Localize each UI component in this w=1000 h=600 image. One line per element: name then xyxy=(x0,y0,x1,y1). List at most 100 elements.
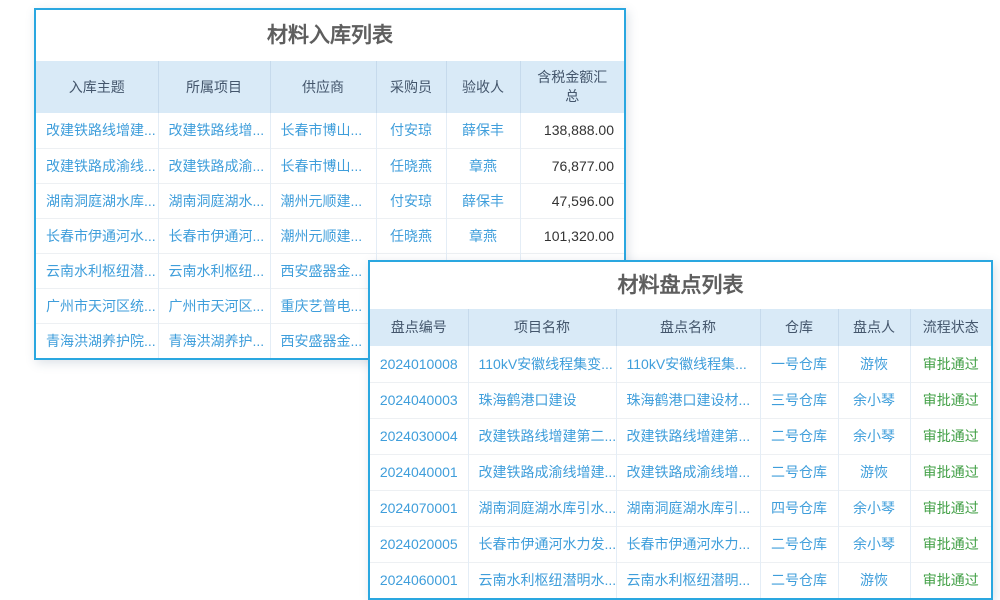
table-cell[interactable]: 2024040003 xyxy=(370,382,468,418)
table-cell[interactable]: 改建铁路成渝线增建... xyxy=(468,454,616,490)
table-row[interactable]: 改建铁路线增建...改建铁路线增...长春市博山...付安琼薛保丰138,888… xyxy=(36,113,624,148)
table-cell[interactable]: 青海洪湖养护院... xyxy=(36,323,158,358)
table-cell[interactable]: 2024060001 xyxy=(370,562,468,598)
table-cell[interactable]: 二号仓库 xyxy=(760,418,838,454)
table-cell[interactable]: 二号仓库 xyxy=(760,454,838,490)
table-cell[interactable]: 二号仓库 xyxy=(760,562,838,598)
table-cell: 审批通过 xyxy=(910,346,991,382)
table-cell[interactable]: 长春市伊通河水力... xyxy=(616,526,760,562)
table-cell[interactable]: 110kV安徽线程集变... xyxy=(468,346,616,382)
column-header: 仓库 xyxy=(760,309,838,346)
table-row[interactable]: 2024060001云南水利枢纽潜明水...云南水利枢纽潜明...二号仓库游恢审… xyxy=(370,562,991,598)
table-cell[interactable]: 青海洪湖养护... xyxy=(158,323,270,358)
table-cell[interactable]: 章燕 xyxy=(446,218,520,253)
table-row[interactable]: 2024030004改建铁路线增建第二...改建铁路线增建第...二号仓库余小琴… xyxy=(370,418,991,454)
table-cell[interactable]: 湖南洞庭湖水... xyxy=(158,183,270,218)
table-cell[interactable]: 长春市伊通河... xyxy=(158,218,270,253)
table-cell[interactable]: 长春市博山... xyxy=(270,148,376,183)
material-inventory-list-panel: 材料盘点列表 盘点编号项目名称盘点名称仓库盘点人流程状态 20240100081… xyxy=(368,260,993,600)
table-cell[interactable]: 三号仓库 xyxy=(760,382,838,418)
table-cell[interactable]: 游恢 xyxy=(838,562,910,598)
table-cell[interactable]: 任晓燕 xyxy=(376,148,446,183)
table-cell[interactable]: 云南水利枢纽... xyxy=(158,253,270,288)
header-row: 入库主题所属项目供应商采购员验收人含税金额汇总 xyxy=(36,61,624,113)
inventory-table: 盘点编号项目名称盘点名称仓库盘点人流程状态 2024010008110kV安徽线… xyxy=(370,309,991,598)
table-cell[interactable]: 湖南洞庭湖水库... xyxy=(36,183,158,218)
table-cell[interactable]: 西安盛器金... xyxy=(270,323,376,358)
table-cell[interactable]: 云南水利枢纽潜明... xyxy=(616,562,760,598)
column-header: 入库主题 xyxy=(36,61,158,113)
table-cell[interactable]: 付安琼 xyxy=(376,113,446,148)
table-cell[interactable]: 长春市伊通河水... xyxy=(36,218,158,253)
table-cell[interactable]: 2024070001 xyxy=(370,490,468,526)
table-cell[interactable]: 改建铁路线增建第二... xyxy=(468,418,616,454)
table-cell[interactable]: 湖南洞庭湖水库引... xyxy=(616,490,760,526)
table-cell[interactable]: 珠海鹤港口建设材... xyxy=(616,382,760,418)
column-header: 盘点名称 xyxy=(616,309,760,346)
table-cell[interactable]: 2024030004 xyxy=(370,418,468,454)
table-row[interactable]: 长春市伊通河水...长春市伊通河...潮州元顺建...任晓燕章燕101,320.… xyxy=(36,218,624,253)
table-cell[interactable]: 广州市天河区... xyxy=(158,288,270,323)
table-row[interactable]: 2024070001湖南洞庭湖水库引水...湖南洞庭湖水库引...四号仓库余小琴… xyxy=(370,490,991,526)
table-cell[interactable]: 云南水利枢纽潜... xyxy=(36,253,158,288)
table-row[interactable]: 2024040001改建铁路成渝线增建...改建铁路成渝线增...二号仓库游恢审… xyxy=(370,454,991,490)
table-row[interactable]: 改建铁路成渝线...改建铁路成渝...长春市博山...任晓燕章燕76,877.0… xyxy=(36,148,624,183)
table-cell[interactable]: 改建铁路线增建第... xyxy=(616,418,760,454)
table-cell: 审批通过 xyxy=(910,382,991,418)
table-cell[interactable]: 余小琴 xyxy=(838,526,910,562)
table-cell: 47,596.00 xyxy=(520,183,624,218)
table-row[interactable]: 2024040003珠海鹤港口建设珠海鹤港口建设材...三号仓库余小琴审批通过 xyxy=(370,382,991,418)
table-cell: 审批通过 xyxy=(910,526,991,562)
column-header: 采购员 xyxy=(376,61,446,113)
column-header: 含税金额汇总 xyxy=(520,61,624,113)
table-cell: 审批通过 xyxy=(910,454,991,490)
table-cell[interactable]: 长春市伊通河水力发... xyxy=(468,526,616,562)
inbound-table-header: 入库主题所属项目供应商采购员验收人含税金额汇总 xyxy=(36,61,624,113)
table-cell[interactable]: 二号仓库 xyxy=(760,526,838,562)
table-cell[interactable]: 110kV安徽线程集... xyxy=(616,346,760,382)
table-cell[interactable]: 云南水利枢纽潜明水... xyxy=(468,562,616,598)
table-cell[interactable]: 余小琴 xyxy=(838,418,910,454)
table-cell[interactable]: 一号仓库 xyxy=(760,346,838,382)
table-cell[interactable]: 改建铁路线增建... xyxy=(36,113,158,148)
column-header: 项目名称 xyxy=(468,309,616,346)
table-cell[interactable]: 珠海鹤港口建设 xyxy=(468,382,616,418)
table-cell[interactable]: 2024010008 xyxy=(370,346,468,382)
table-row[interactable]: 2024020005长春市伊通河水力发...长春市伊通河水力...二号仓库余小琴… xyxy=(370,526,991,562)
column-header: 盘点编号 xyxy=(370,309,468,346)
table-cell[interactable]: 改建铁路线增... xyxy=(158,113,270,148)
table-cell[interactable]: 改建铁路成渝... xyxy=(158,148,270,183)
table-cell[interactable]: 长春市博山... xyxy=(270,113,376,148)
table-row[interactable]: 2024010008110kV安徽线程集变...110kV安徽线程集...一号仓… xyxy=(370,346,991,382)
table-cell[interactable]: 2024040001 xyxy=(370,454,468,490)
column-header: 流程状态 xyxy=(910,309,991,346)
table-cell[interactable]: 重庆艺普电... xyxy=(270,288,376,323)
table-cell[interactable]: 潮州元顺建... xyxy=(270,183,376,218)
table-cell[interactable]: 湖南洞庭湖水库引水... xyxy=(468,490,616,526)
table-cell[interactable]: 改建铁路成渝线增... xyxy=(616,454,760,490)
column-header: 供应商 xyxy=(270,61,376,113)
table-cell[interactable]: 余小琴 xyxy=(838,490,910,526)
table-cell[interactable]: 付安琼 xyxy=(376,183,446,218)
table-cell[interactable]: 薛保丰 xyxy=(446,113,520,148)
table-cell: 138,888.00 xyxy=(520,113,624,148)
table-cell[interactable]: 潮州元顺建... xyxy=(270,218,376,253)
table-cell[interactable]: 游恢 xyxy=(838,346,910,382)
table-cell[interactable]: 广州市天河区统... xyxy=(36,288,158,323)
table-cell: 101,320.00 xyxy=(520,218,624,253)
table-cell: 审批通过 xyxy=(910,562,991,598)
table-cell[interactable]: 任晓燕 xyxy=(376,218,446,253)
table-cell[interactable]: 改建铁路成渝线... xyxy=(36,148,158,183)
table-cell[interactable]: 四号仓库 xyxy=(760,490,838,526)
table-cell[interactable]: 游恢 xyxy=(838,454,910,490)
table-cell[interactable]: 2024020005 xyxy=(370,526,468,562)
inventory-table-title: 材料盘点列表 xyxy=(370,262,991,309)
table-row[interactable]: 湖南洞庭湖水库...湖南洞庭湖水...潮州元顺建...付安琼薛保丰47,596.… xyxy=(36,183,624,218)
table-cell[interactable]: 章燕 xyxy=(446,148,520,183)
table-cell[interactable]: 西安盛器金... xyxy=(270,253,376,288)
table-cell[interactable]: 余小琴 xyxy=(838,382,910,418)
table-cell: 审批通过 xyxy=(910,490,991,526)
column-header: 所属项目 xyxy=(158,61,270,113)
table-cell[interactable]: 薛保丰 xyxy=(446,183,520,218)
column-header: 验收人 xyxy=(446,61,520,113)
